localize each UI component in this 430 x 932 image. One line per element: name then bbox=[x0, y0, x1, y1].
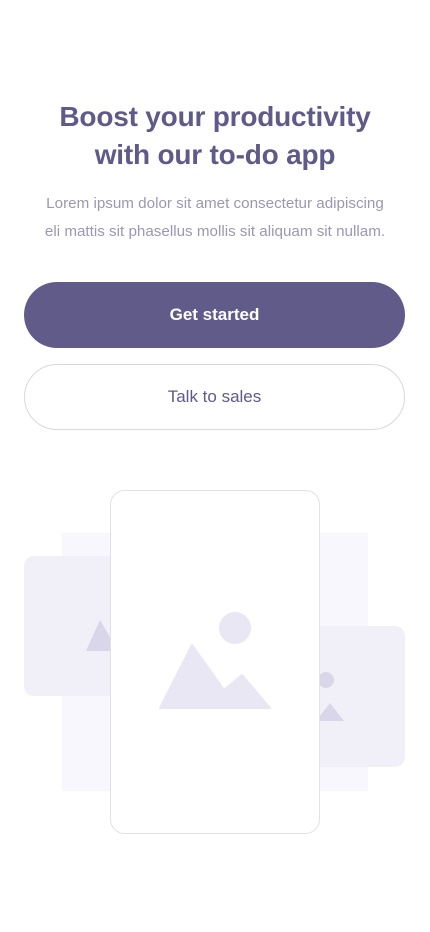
phone-mockup-card bbox=[110, 490, 320, 834]
app-preview-illustration bbox=[24, 490, 405, 834]
left-image-card bbox=[24, 556, 124, 696]
